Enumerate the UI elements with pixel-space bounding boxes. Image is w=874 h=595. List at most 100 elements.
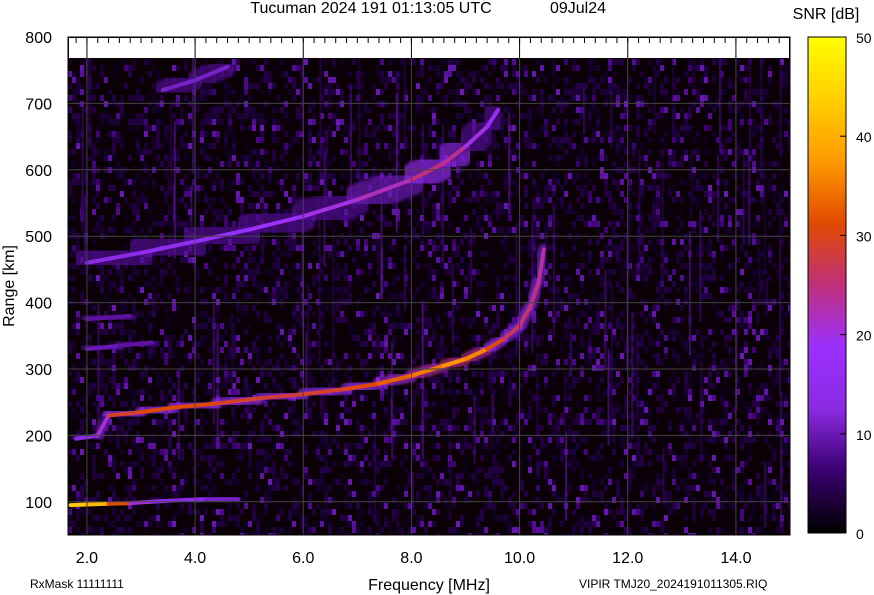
- noise-cell: [572, 527, 576, 533]
- noise-cell: [244, 89, 248, 95]
- noise-cell: [196, 479, 200, 485]
- noise-cell: [256, 449, 260, 455]
- noise-cell: [360, 173, 364, 179]
- noise-cell: [604, 149, 608, 155]
- noise-cell: [212, 131, 216, 137]
- noise-cell: [244, 275, 248, 281]
- noise-cell: [620, 491, 624, 497]
- noise-cell: [448, 203, 452, 209]
- noise-cell: [484, 335, 488, 341]
- noise-cell: [512, 179, 516, 185]
- noise-cell: [376, 293, 380, 299]
- noise-cell: [464, 275, 468, 281]
- noise-cell: [316, 503, 320, 509]
- noise-cell: [468, 311, 472, 317]
- noise-cell: [212, 527, 216, 533]
- noise-cell: [100, 299, 104, 305]
- noise-cell: [500, 65, 504, 71]
- noise-cell: [72, 113, 76, 119]
- noise-cell: [296, 413, 300, 419]
- noise-cell: [140, 179, 144, 185]
- noise-cell: [280, 269, 284, 275]
- noise-cell: [140, 521, 144, 527]
- noise-cell: [364, 125, 368, 131]
- noise-cell: [308, 491, 312, 497]
- noise-cell: [444, 263, 448, 269]
- noise-cell: [324, 413, 328, 419]
- noise-cell: [564, 287, 568, 293]
- noise-cell: [536, 197, 540, 203]
- noise-cell: [364, 395, 368, 401]
- noise-cell: [488, 221, 492, 227]
- noise-cell: [580, 263, 584, 269]
- noise-cell: [256, 533, 260, 535]
- noise-cell: [620, 269, 624, 275]
- noise-cell: [476, 89, 480, 95]
- noise-cell: [288, 293, 292, 299]
- noise-cell: [204, 323, 208, 329]
- noise-cell: [432, 119, 436, 125]
- noise-cell: [632, 275, 636, 281]
- noise-cell: [476, 401, 480, 407]
- noise-cell: [288, 527, 292, 533]
- noise-cell: [180, 479, 184, 485]
- noise-cell: [484, 215, 488, 221]
- noise-cell: [112, 323, 116, 329]
- noise-cell: [152, 467, 156, 473]
- noise-cell: [420, 533, 424, 535]
- noise-cell: [616, 323, 620, 329]
- noise-cell: [336, 377, 340, 383]
- noise-cell: [336, 287, 340, 293]
- noise-cell: [584, 491, 588, 497]
- noise-cell: [336, 101, 340, 107]
- noise-cell: [308, 71, 312, 77]
- noise-cell: [480, 161, 484, 167]
- noise-cell: [456, 173, 460, 179]
- noise-cell: [592, 479, 596, 485]
- noise-cell: [572, 383, 576, 389]
- noise-cell: [592, 89, 596, 95]
- noise-cell: [228, 131, 232, 137]
- noise-cell: [360, 401, 364, 407]
- noise-cell: [460, 119, 464, 125]
- noise-cell: [272, 425, 276, 431]
- noise-cell: [392, 317, 396, 323]
- noise-cell: [608, 533, 612, 535]
- noise-cell: [580, 515, 584, 521]
- noise-cell: [260, 89, 264, 95]
- noise-cell: [376, 365, 380, 371]
- noise-cell: [600, 257, 604, 263]
- noise-cell: [572, 443, 576, 449]
- noise-cell: [544, 371, 548, 377]
- noise-cell: [360, 293, 364, 299]
- noise-cell: [412, 227, 416, 233]
- noise-cell: [344, 449, 348, 455]
- noise-cell: [588, 107, 592, 113]
- noise-cell: [372, 311, 376, 317]
- noise-cell: [272, 287, 276, 293]
- noise-cell: [604, 77, 608, 83]
- noise-cell: [572, 509, 576, 515]
- noise-cell: [132, 329, 136, 335]
- noise-cell: [444, 401, 448, 407]
- noise-cell: [452, 527, 456, 533]
- noise-cell: [224, 89, 228, 95]
- noise-cell: [340, 413, 344, 419]
- noise-cell: [348, 503, 352, 509]
- noise-cell: [96, 185, 100, 191]
- noise-cell: [104, 389, 108, 395]
- noise-cell: [340, 59, 344, 65]
- noise-cell: [540, 197, 544, 203]
- noise-cell: [104, 371, 108, 377]
- noise-cell: [92, 95, 96, 101]
- noise-cell: [92, 161, 96, 167]
- noise-cell: [568, 431, 572, 437]
- noise-cell: [72, 119, 76, 125]
- noise-cell: [264, 359, 268, 365]
- noise-cell: [276, 437, 280, 443]
- noise-cell: [288, 269, 292, 275]
- noise-cell: [248, 467, 252, 473]
- noise-cell: [524, 131, 528, 137]
- noise-cell: [456, 83, 460, 89]
- noise-cell: [92, 389, 96, 395]
